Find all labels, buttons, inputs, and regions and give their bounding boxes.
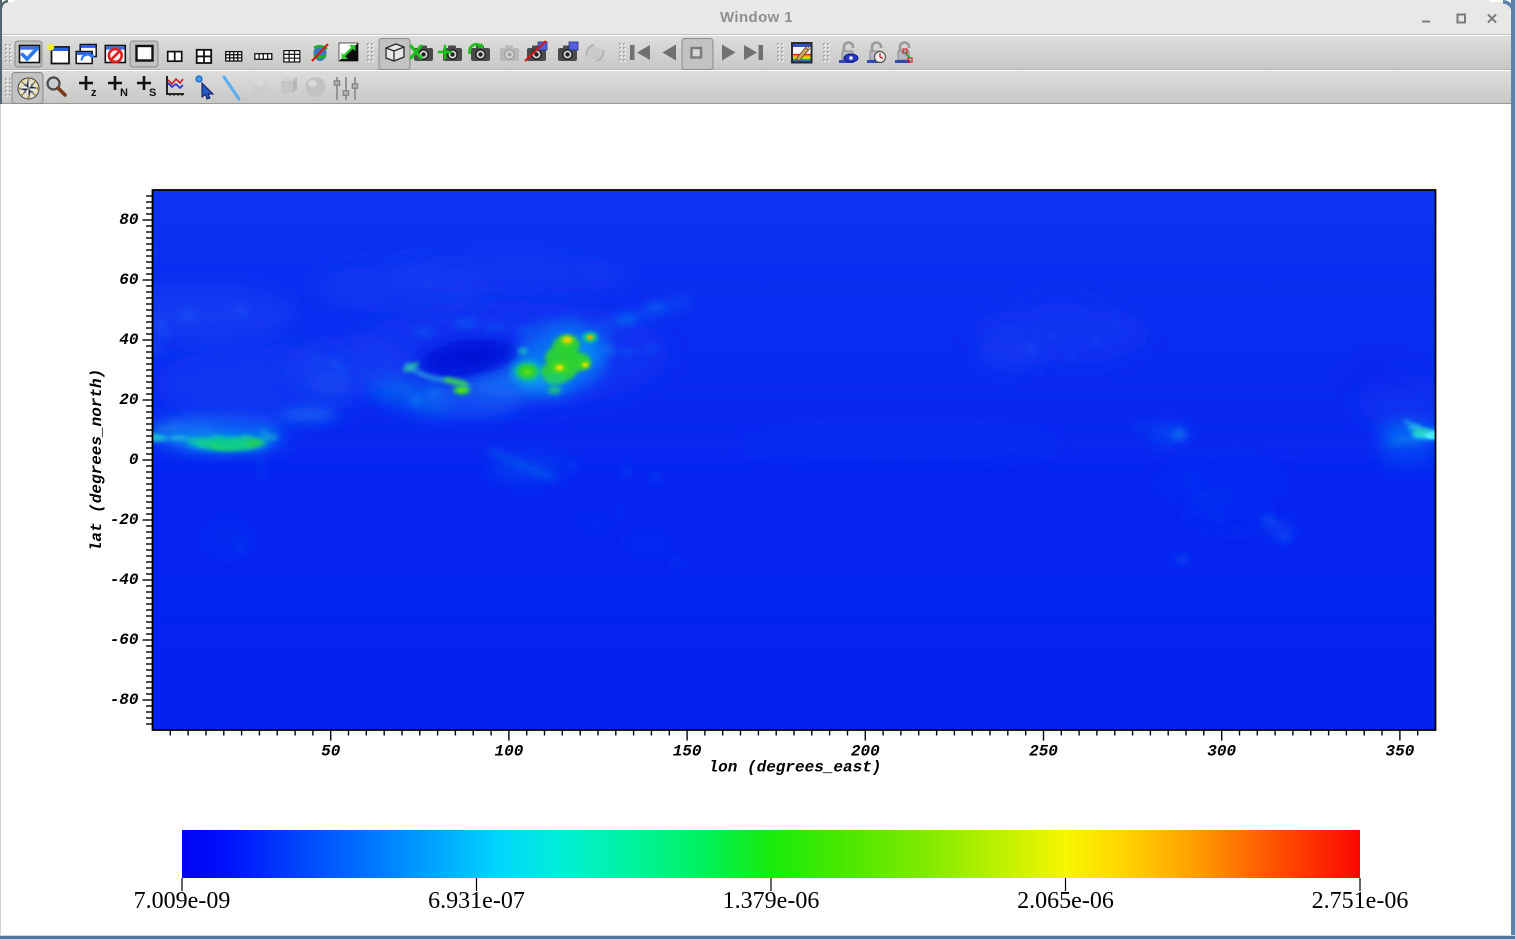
svg-text:-60: -60 [110,631,139,649]
svg-text:300: 300 [1207,743,1236,761]
svg-text:-40: -40 [110,571,139,589]
svg-text:50: 50 [321,743,341,761]
svg-text:7.009e-09: 7.009e-09 [134,888,231,914]
svg-text:250: 250 [1029,743,1058,761]
svg-text:2.065e-06: 2.065e-06 [1017,888,1114,914]
svg-text:150: 150 [673,743,702,761]
svg-text:350: 350 [1385,743,1414,761]
svg-text:lon (degrees_east): lon (degrees_east) [709,759,882,777]
svg-text:0: 0 [129,451,139,469]
svg-text:80: 80 [119,211,139,229]
svg-text:2.751e-06: 2.751e-06 [1312,888,1409,914]
svg-text:-20: -20 [110,511,139,529]
svg-text:S: S [149,87,156,99]
svg-text:z: z [91,87,97,99]
svg-text:lat (degrees_north): lat (degrees_north) [88,369,106,551]
svg-text:20: 20 [119,391,139,409]
svg-text:60: 60 [119,271,139,289]
svg-text:100: 100 [494,743,523,761]
svg-text:N: N [120,87,128,99]
svg-text:6.931e-07: 6.931e-07 [428,888,525,914]
svg-text:-80: -80 [110,691,139,709]
svg-text:1.379e-06: 1.379e-06 [723,888,820,914]
svg-text:40: 40 [119,331,139,349]
